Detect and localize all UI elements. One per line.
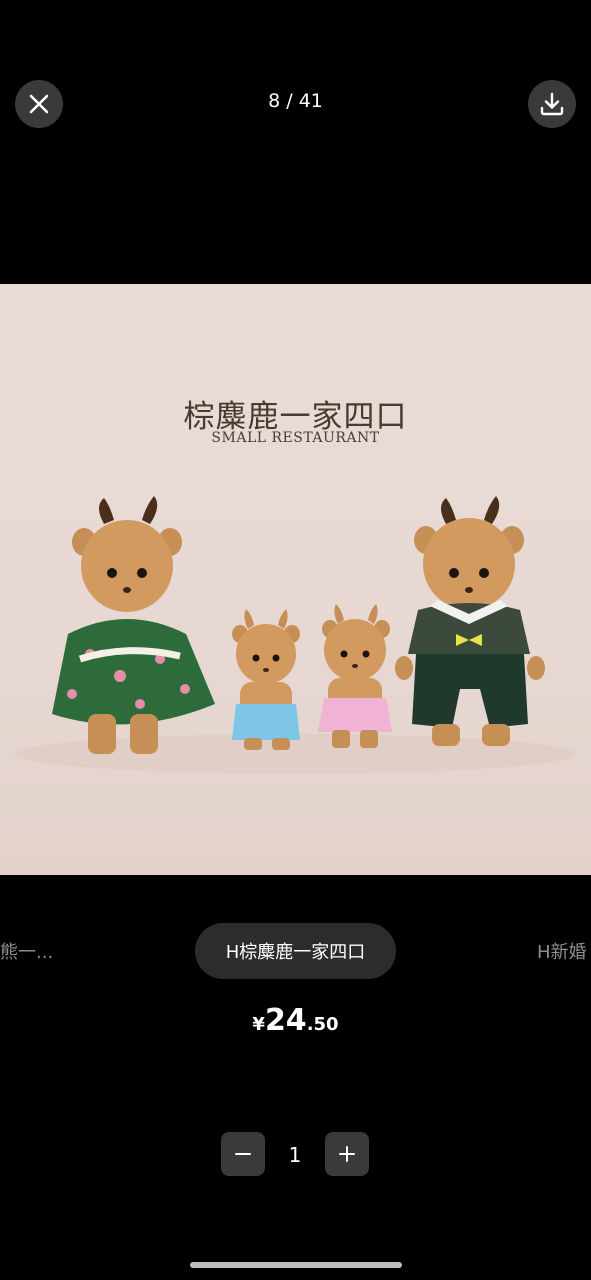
plus-icon: [339, 1146, 355, 1162]
deer-family-figures: [15, 496, 575, 774]
price-integer: 24: [264, 1003, 307, 1038]
home-indicator[interactable]: [190, 1262, 402, 1268]
mother-deer-figure: [52, 496, 215, 754]
price: ¥24.50: [0, 1003, 591, 1038]
baby-deer-blue-figure: [232, 609, 300, 750]
quantity-value: 1: [288, 1143, 302, 1167]
quantity-increase-button[interactable]: [325, 1132, 369, 1176]
price-decimal: .50: [306, 1014, 339, 1035]
image-counter: 8 / 41: [268, 90, 323, 112]
price-currency-symbol: ¥: [252, 1014, 265, 1035]
variant-chip-active[interactable]: H棕麋鹿一家四口: [195, 923, 396, 979]
baby-deer-pink-figure: [318, 604, 392, 748]
variant-chip-active-label: H棕麋鹿一家四口: [225, 942, 366, 963]
download-icon: [540, 92, 564, 116]
product-image[interactable]: 棕麋鹿一家四口 SMALL RESTAURANT: [0, 284, 591, 875]
download-button[interactable]: [528, 80, 576, 128]
variant-chip-next[interactable]: H新婚: [537, 938, 587, 964]
quantity-decrease-button[interactable]: [221, 1132, 265, 1176]
variant-chip-prev[interactable]: 熊一...: [0, 938, 53, 964]
minus-icon: [235, 1153, 251, 1155]
father-deer-figure: [395, 496, 545, 746]
